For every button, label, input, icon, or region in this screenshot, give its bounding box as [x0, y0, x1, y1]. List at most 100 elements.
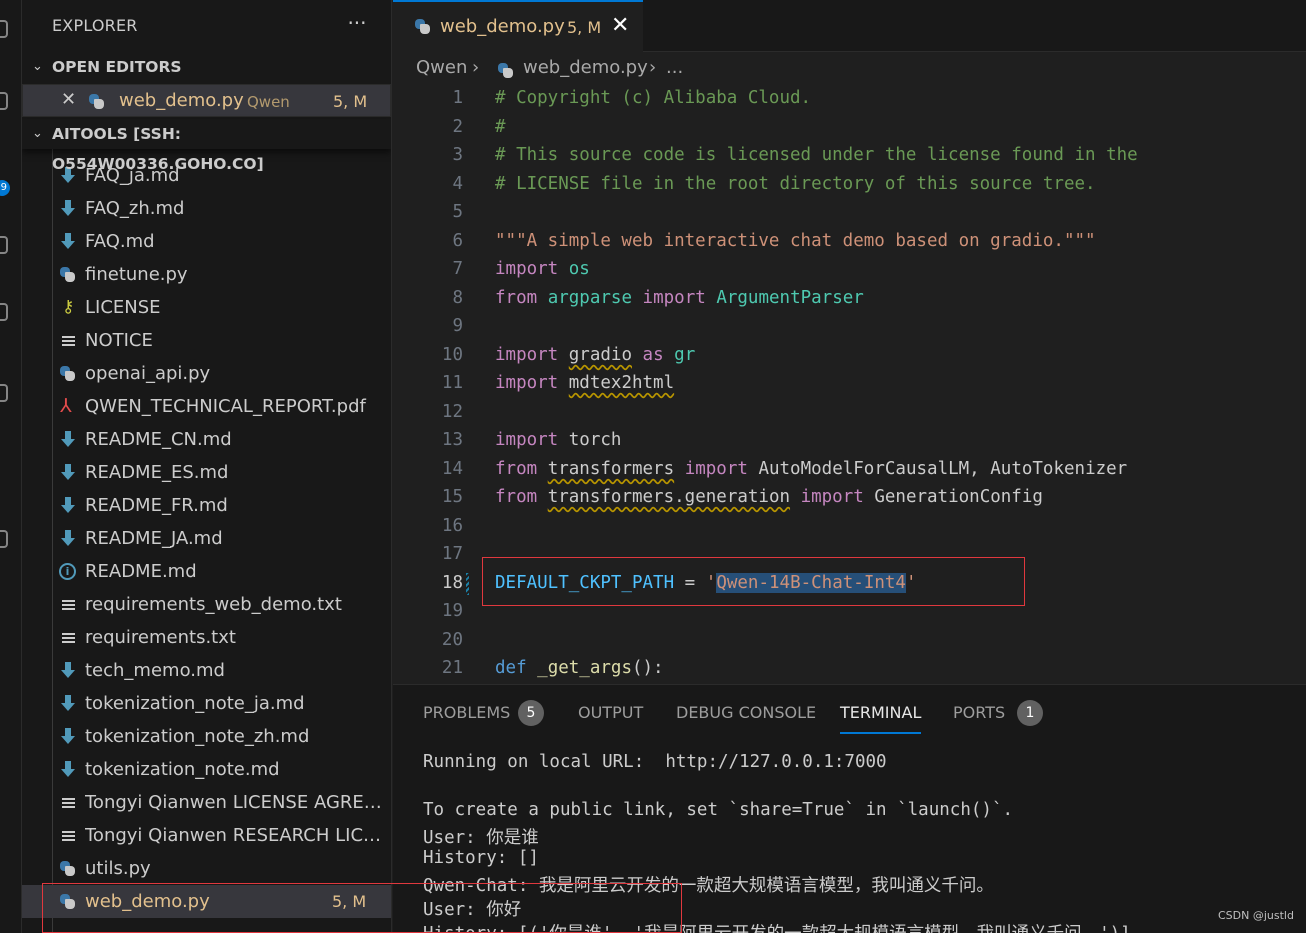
breadcrumb-file[interactable]: web_demo.py — [523, 57, 648, 78]
file-name: Tongyi Qianwen RESEARCH LICEN... — [85, 825, 391, 846]
line-number: 20 — [441, 630, 463, 650]
tab-close-icon[interactable]: ✕ — [611, 13, 629, 38]
tab-web-demo[interactable]: web_demo.py 5, M ✕ — [393, 0, 643, 52]
line-number: 15 — [441, 487, 463, 507]
file-name: requirements.txt — [85, 627, 236, 648]
explorer-activity-icon[interactable] — [0, 20, 8, 38]
remote-explorer-activity-icon[interactable] — [0, 303, 8, 321]
code-line: # This source code is licensed under the… — [495, 145, 1138, 165]
file-item[interactable]: ⚷ LICENSE — [22, 291, 391, 324]
open-editor-dir: Qwen — [247, 93, 290, 111]
terminal-line[interactable]: History: [] — [423, 848, 539, 868]
file-item[interactable]: FAQ_zh.md — [22, 192, 391, 225]
breadcrumb-folder[interactable]: Qwen — [416, 57, 467, 78]
tab-output[interactable]: OUTPUT — [578, 703, 643, 722]
search-activity-icon[interactable] — [0, 92, 8, 110]
file-name: README_CN.md — [85, 429, 232, 450]
python-icon — [58, 357, 78, 390]
file-name: README.md — [85, 561, 197, 582]
line-number: 1 — [452, 88, 463, 108]
file-item[interactable]: tokenization_note.md — [22, 753, 391, 786]
file-item[interactable]: FAQ.md — [22, 225, 391, 258]
text-icon — [58, 324, 78, 357]
file-name: tokenization_note_zh.md — [85, 726, 310, 747]
file-name: FAQ.md — [85, 231, 155, 252]
testing-activity-icon[interactable] — [0, 530, 8, 548]
activity-bar: 9 — [0, 0, 22, 933]
run-debug-activity-icon[interactable] — [0, 236, 8, 254]
license-icon: ⚷ — [62, 297, 75, 317]
file-item[interactable]: tokenization_note_zh.md — [22, 720, 391, 753]
file-name: LICENSE — [85, 297, 161, 318]
file-item[interactable]: README_ES.md — [22, 456, 391, 489]
info-icon: i — [58, 555, 78, 588]
file-name: tokenization_note.md — [85, 759, 280, 780]
extensions-activity-icon[interactable] — [0, 384, 8, 402]
markdown-icon — [58, 654, 78, 687]
markdown-icon — [58, 522, 78, 555]
file-item[interactable]: README_CN.md — [22, 423, 391, 456]
chevron-right-icon: › — [472, 57, 480, 78]
line-number: 16 — [441, 516, 463, 536]
chevron-right-icon: › — [649, 57, 657, 78]
file-item[interactable]: i README.md — [22, 555, 391, 588]
line-number: 14 — [441, 459, 463, 479]
open-editors-header[interactable]: ⌄ OPEN EDITORS — [22, 52, 391, 82]
file-name: requirements_web_demo.txt — [85, 594, 342, 615]
file-item[interactable]: openai_api.py — [22, 357, 391, 390]
more-actions-icon[interactable]: ··· — [345, 0, 369, 52]
explorer-title: EXPLORER — [52, 16, 138, 35]
terminal-line[interactable]: User: 你是谁 — [423, 824, 539, 849]
python-icon — [58, 852, 78, 885]
workspace-label: AITOOLS [SSH: O554W00336.GOHO.CO] — [52, 125, 264, 173]
open-editor-item[interactable]: ✕ web_demo.py Qwen 5, M — [22, 84, 391, 117]
tab-problems[interactable]: PROBLEMS — [423, 703, 510, 722]
file-item[interactable]: README_JA.md — [22, 522, 391, 555]
code-line: # Copyright (c) Alibaba Cloud. — [495, 88, 812, 108]
file-item[interactable]: NOTICE — [22, 324, 391, 357]
workspace-header[interactable]: ⌄ AITOOLS [SSH: O554W00336.GOHO.CO] — [22, 119, 391, 173]
line-number: 5 — [452, 202, 463, 222]
file-item[interactable]: Tongyi Qianwen LICENSE AGREE... — [22, 786, 391, 819]
file-item[interactable]: README_FR.md — [22, 489, 391, 522]
file-item[interactable]: tokenization_note_ja.md — [22, 687, 391, 720]
file-item[interactable]: Tongyi Qianwen RESEARCH LICEN... — [22, 819, 391, 852]
open-editor-filename: web_demo.py — [119, 90, 244, 111]
python-icon — [498, 63, 513, 78]
code-line: def _get_args(): — [495, 658, 664, 678]
chevron-down-icon: ⌄ — [32, 126, 43, 141]
terminal-line[interactable]: Running on local URL: http://127.0.0.1:7… — [423, 752, 887, 772]
tab-debug-console[interactable]: DEBUG CONSOLE — [676, 703, 816, 722]
markdown-icon — [58, 423, 78, 456]
close-icon[interactable]: ✕ — [61, 89, 76, 110]
tab-ports[interactable]: PORTS — [953, 703, 1005, 722]
breadcrumb-symbols[interactable]: ... — [666, 57, 683, 78]
tab-filename: web_demo.py — [440, 16, 565, 37]
markdown-icon — [58, 192, 78, 225]
code-line: import os — [495, 259, 590, 279]
code-line: from transformers.generation import Gene… — [495, 487, 1043, 507]
line-number: 6 — [452, 231, 463, 251]
file-name: tokenization_note_ja.md — [85, 693, 305, 714]
code-line: """A simple web interactive chat demo ba… — [495, 231, 1096, 251]
source-control-badge[interactable]: 9 — [0, 180, 10, 196]
code-editor[interactable]: 1 # Copyright (c) Alibaba Cloud. 2 # 3 #… — [393, 86, 1306, 684]
file-item[interactable]: tech_memo.md — [22, 654, 391, 687]
file-item[interactable]: requirements.txt — [22, 621, 391, 654]
line-number: 2 — [452, 117, 463, 137]
open-editors-label: OPEN EDITORS — [52, 58, 182, 76]
file-name: QWEN_TECHNICAL_REPORT.pdf — [85, 396, 366, 417]
file-item[interactable]: requirements_web_demo.txt — [22, 588, 391, 621]
markdown-icon — [58, 720, 78, 753]
file-name: NOTICE — [85, 330, 153, 351]
file-item[interactable]: ⅄ QWEN_TECHNICAL_REPORT.pdf — [22, 390, 391, 423]
line-number: 12 — [441, 402, 463, 422]
markdown-icon — [58, 489, 78, 522]
tab-terminal[interactable]: TERMINAL — [840, 703, 922, 734]
line-number: 7 — [452, 259, 463, 279]
file-item[interactable]: finetune.py — [22, 258, 391, 291]
text-icon — [58, 588, 78, 621]
line-number: 11 — [441, 373, 463, 393]
terminal-line[interactable]: To create a public link, set `share=True… — [423, 800, 1013, 820]
file-item[interactable]: utils.py — [22, 852, 391, 885]
